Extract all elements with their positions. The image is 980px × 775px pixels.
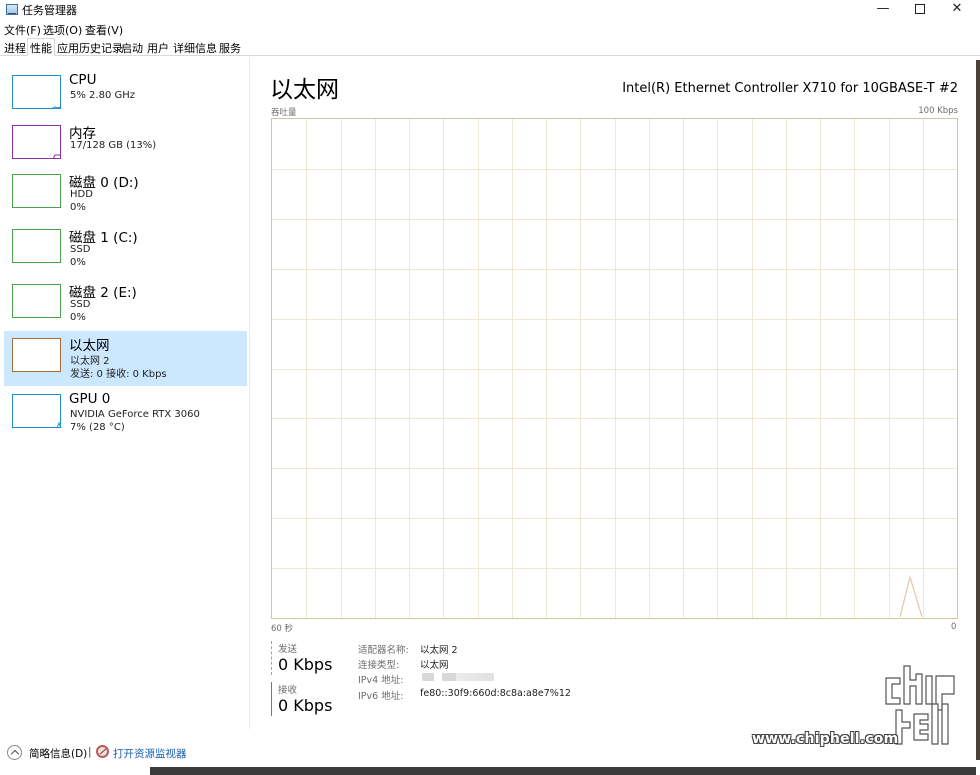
sidebar-item-label: 以太网 [69,338,110,354]
connection-type-value: 以太网 [420,660,449,671]
tab-bar: 进程 性能 应用历史记录 启动 用户 详细信息 服务 [0,38,980,56]
cpu-thumbnail [12,75,62,110]
sidebar-item-usage: 0% [70,257,86,268]
adapter-name-value: 以太网 2 [420,645,458,656]
minimize-button[interactable]: — [864,0,902,20]
menu-bar: 文件(F) 选项(O) 查看(V) [0,20,980,38]
menu-file[interactable]: 文件(F) [4,22,41,38]
sidebar-item-gpu-0[interactable]: GPU 0 NVIDIA GeForce RTX 3060 7% (28 °C) [4,388,247,443]
throughput-graph-canvas [272,119,957,618]
task-manager-icon [6,4,18,15]
resource-monitor-icon[interactable] [96,745,109,758]
tab-processes[interactable]: 进程 [3,40,27,56]
tab-services[interactable]: 服务 [218,40,242,56]
throughput-graph [271,118,958,619]
tab-performance[interactable]: 性能 [27,38,55,56]
graph-max-label: 100 Kbps [918,106,958,116]
tab-app-history[interactable]: 应用历史记录 [56,40,124,56]
graph-time-label: 60 秒 [271,624,294,634]
background-edge [976,60,980,760]
sidebar-item-ethernet[interactable]: 以太网 以太网 2 发送: 0 接收: 0 Kbps [4,331,247,386]
sidebar-item-sub: SSD [70,299,91,310]
fewer-details-button[interactable]: 简略信息(D) [29,746,87,761]
sidebar-item-label: 磁盘 1 (C:) [69,230,138,246]
throughput-line [899,574,923,618]
graph-label: 吞吐量 [271,108,297,118]
maximize-icon [915,4,925,14]
sidebar-item-label: 磁盘 0 (D:) [69,175,139,191]
send-stat: 发送 0 Kbps [271,641,351,675]
disk-thumbnail [12,284,61,318]
sidebar-item-label: GPU 0 [69,391,111,407]
receive-label: 接收 [278,685,298,696]
sidebar-item-sub: HDD [70,189,93,200]
sidebar-item-usage: 发送: 0 接收: 0 Kbps [70,369,167,380]
graph-min-label: 0 [951,622,957,632]
separator: | [88,746,92,758]
gpu-thumbnail [12,394,62,429]
sidebar-item-sub: 5% 2.80 GHz [70,90,136,101]
tab-details[interactable]: 详细信息 [172,40,218,56]
sidebar-item-sub: NVIDIA GeForce RTX 3060 [70,409,200,420]
send-label: 发送 [278,644,298,655]
sidebar-item-label: 内存 [69,126,96,142]
resource-sidebar: CPU 5% 2.80 GHz 内存 17/128 GB (13%) 磁盘 0 … [0,57,250,729]
ipv4-label: IPv4 地址: [358,675,404,686]
sidebar-item-usage: 7% (28 °C) [70,422,125,433]
maximize-button[interactable] [901,0,939,20]
close-button[interactable]: ✕ [938,0,976,20]
menu-view[interactable]: 查看(V) [85,22,123,38]
page-title: 以太网 [270,77,339,103]
send-value: 0 Kbps [278,655,333,674]
sidebar-item-disk-2[interactable]: 磁盘 2 (E:) SSD 0% [4,278,247,333]
sidebar-item-cpu[interactable]: CPU 5% 2.80 GHz [4,69,247,124]
watermark-text: www.chiphell.com [752,731,899,747]
menu-options[interactable]: 选项(O) [43,22,82,38]
receive-stat: 接收 0 Kbps [271,682,351,716]
sidebar-item-usage: 0% [70,202,86,213]
taskbar-strip [150,767,976,775]
ipv4-value-redacted [422,673,494,681]
adapter-name-label: 适配器名称: [358,645,409,656]
sidebar-item-label: CPU [69,72,97,88]
ipv6-value: fe80::30f9:660d:8c8a:a8e7%12 [420,688,571,699]
sidebar-item-sub: 17/128 GB (13%) [70,140,157,151]
open-resource-monitor-link[interactable]: 打开资源监视器 [113,746,187,761]
window-title: 任务管理器 [22,4,77,17]
tab-users[interactable]: 用户 [146,40,170,56]
sidebar-item-disk-0[interactable]: 磁盘 0 (D:) HDD 0% [4,168,247,223]
sidebar-item-label: 磁盘 2 (E:) [69,285,137,301]
connection-type-label: 连接类型: [358,660,400,671]
adapter-name: Intel(R) Ethernet Controller X710 for 10… [622,81,958,96]
chevron-up-icon[interactable] [7,745,22,760]
sidebar-item-usage: 0% [70,312,86,323]
receive-value: 0 Kbps [278,696,333,715]
disk-thumbnail [12,229,61,263]
ethernet-thumbnail [12,338,61,372]
sidebar-item-sub: SSD [70,244,91,255]
ipv6-label: IPv6 地址: [358,691,404,702]
sidebar-item-disk-1[interactable]: 磁盘 1 (C:) SSD 0% [4,223,247,278]
memory-thumbnail [12,125,61,160]
disk-thumbnail [12,174,61,208]
sidebar-item-memory[interactable]: 内存 17/128 GB (13%) [4,119,247,174]
tab-startup[interactable]: 启动 [120,40,144,56]
title-bar: 任务管理器 — ✕ [0,0,980,20]
